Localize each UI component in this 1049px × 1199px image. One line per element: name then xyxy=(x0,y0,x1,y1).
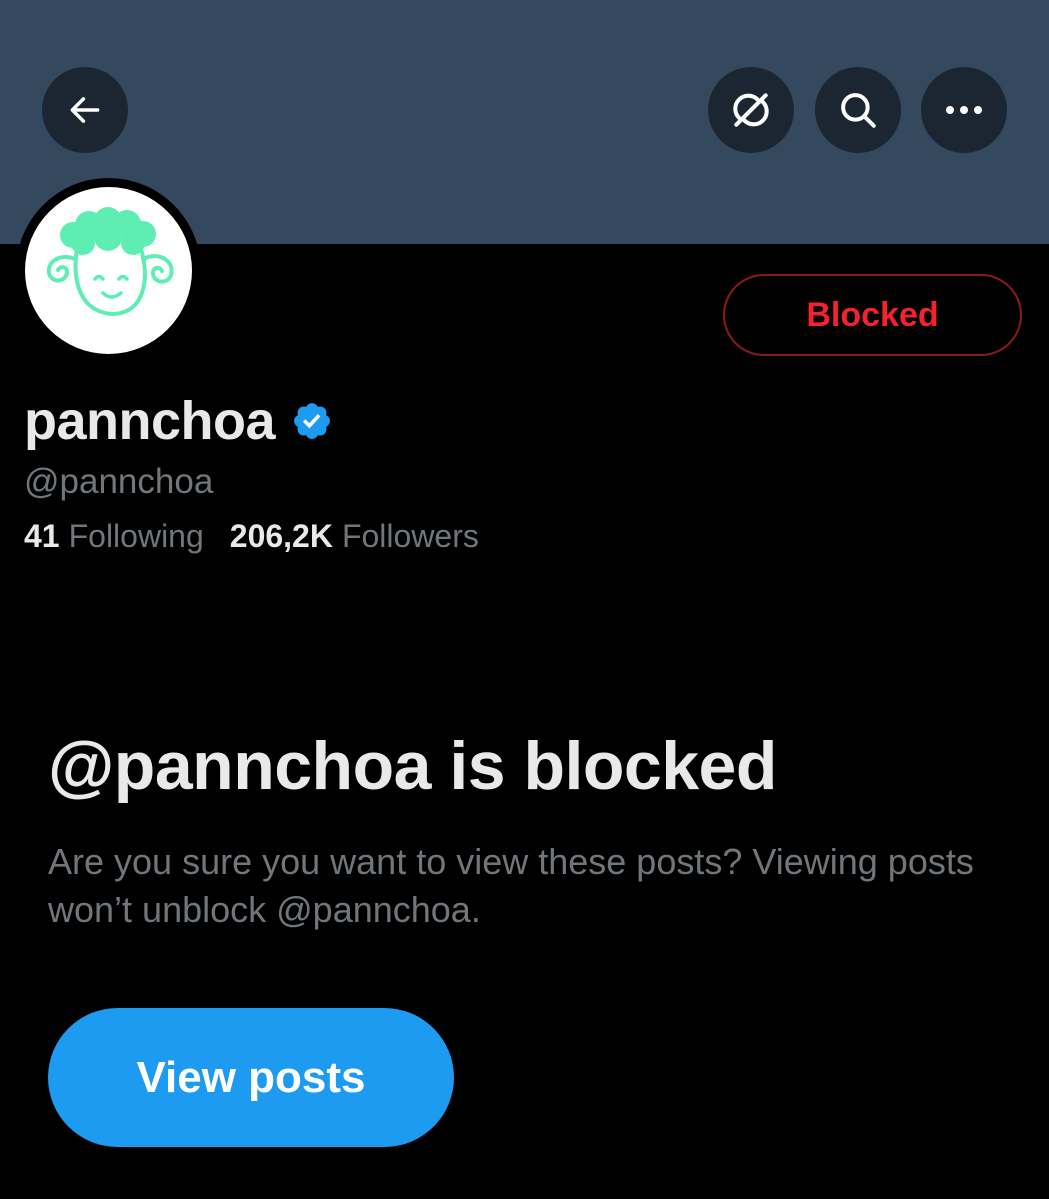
blocked-button-label: Blocked xyxy=(806,295,939,334)
profile-stats: 41 Following 206,2K Followers xyxy=(24,518,479,555)
more-horizontal-icon xyxy=(946,106,982,114)
more-button[interactable] xyxy=(921,67,1007,153)
display-name-row: pannchoa xyxy=(24,388,333,454)
arrow-left-icon xyxy=(70,97,100,123)
blocked-notice-title: @pannchoa is blocked xyxy=(48,728,777,804)
avatar[interactable] xyxy=(25,187,192,354)
followers-link[interactable]: 206,2K Followers xyxy=(230,518,479,555)
view-posts-label: View posts xyxy=(136,1052,366,1102)
profile-page: Blocked pannchoa @pannchoa 41 Following … xyxy=(0,0,1049,1199)
back-button[interactable] xyxy=(42,67,128,153)
verified-badge-icon[interactable] xyxy=(291,400,333,442)
following-count: 41 xyxy=(24,518,60,554)
sheep-avatar-image xyxy=(46,207,174,316)
blocked-button[interactable]: Blocked xyxy=(723,274,1022,356)
followers-count: 206,2K xyxy=(229,518,333,554)
blocked-notice-description: Are you sure you want to view these post… xyxy=(48,841,974,930)
handle: @pannchoa xyxy=(24,462,214,501)
grok-button[interactable] xyxy=(708,67,794,153)
search-button[interactable] xyxy=(815,67,901,153)
following-label: Following xyxy=(68,518,204,554)
followers-label: Followers xyxy=(341,518,479,554)
following-link[interactable]: 41 Following xyxy=(24,518,204,555)
view-posts-button[interactable]: View posts xyxy=(48,1008,454,1147)
grok-icon xyxy=(733,93,769,127)
display-name: pannchoa xyxy=(24,391,276,451)
search-icon xyxy=(841,93,876,128)
